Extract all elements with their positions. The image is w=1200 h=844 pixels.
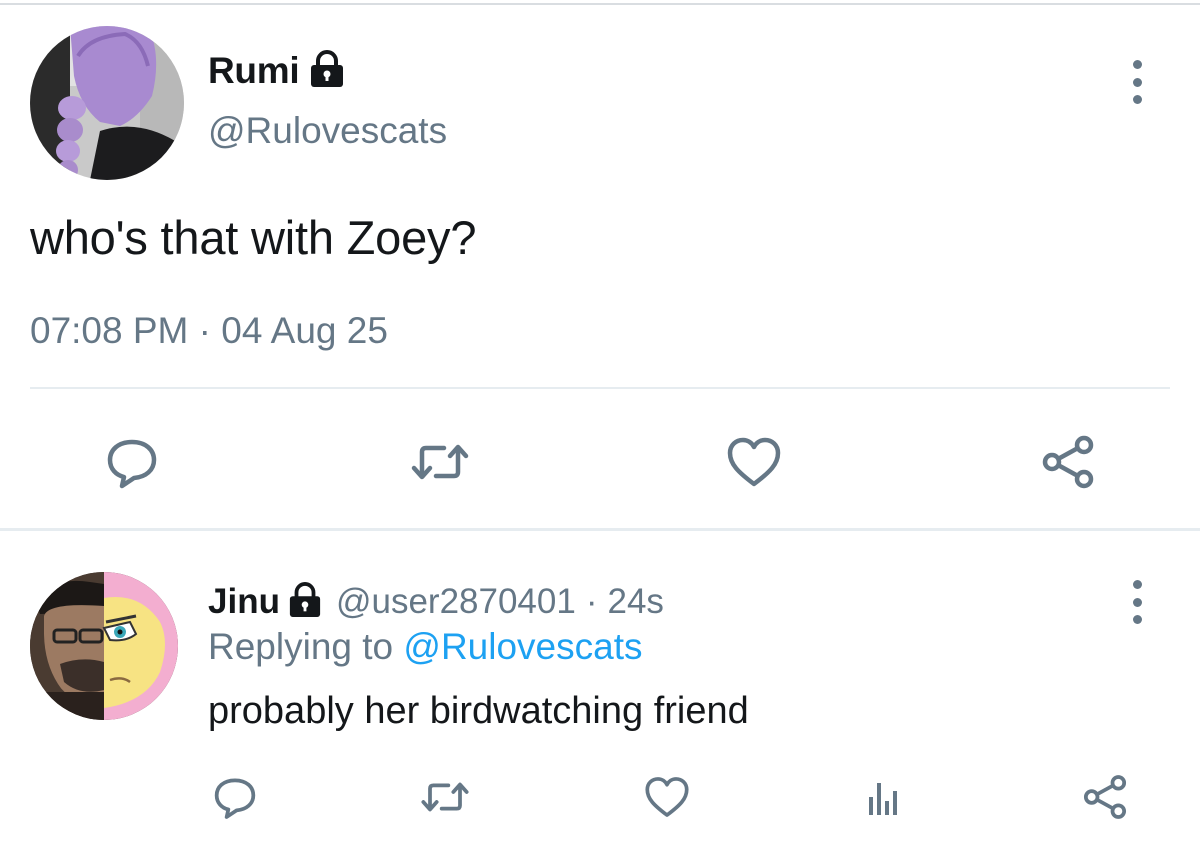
- share-button[interactable]: [1036, 430, 1100, 494]
- reply-header: Jinu @user2870401 · 24s: [208, 578, 664, 626]
- author-handle[interactable]: @Rulovescats: [208, 110, 447, 152]
- reply-tweet-text: probably her birdwatching friend: [208, 690, 749, 732]
- share-icon: [1083, 775, 1127, 819]
- lock-icon: [309, 49, 345, 93]
- tweet-timestamp: 07:08 PM · 04 Aug 25: [30, 310, 388, 351]
- stats-divider: [30, 387, 1170, 389]
- tweet-thread-page: Rumi @Rulovescats who's that with Zoey? …: [0, 0, 1200, 844]
- like-icon: [727, 437, 781, 487]
- top-divider: [0, 3, 1200, 5]
- reply-icon: [107, 439, 157, 489]
- reply-more-options-icon[interactable]: [1128, 580, 1146, 624]
- tweet-text: who's that with Zoey?: [30, 211, 477, 264]
- author-name[interactable]: Rumi: [208, 50, 300, 92]
- main-tweet: Rumi @Rulovescats who's that with Zoey? …: [0, 6, 1200, 528]
- retweet-icon: [421, 782, 469, 812]
- reply-button[interactable]: [100, 430, 164, 494]
- reply-author-handle[interactable]: @user2870401: [336, 582, 576, 622]
- share-icon: [1042, 435, 1094, 489]
- reply-analytics-button[interactable]: [858, 770, 912, 824]
- reply-reply-button[interactable]: [208, 770, 262, 824]
- replying-to-prefix: Replying to: [208, 626, 394, 667]
- reply-icon: [214, 778, 256, 819]
- lock-icon: [288, 581, 322, 623]
- reply-share-button[interactable]: [1078, 770, 1132, 824]
- author-avatar[interactable]: [30, 26, 184, 180]
- more-options-icon[interactable]: [1128, 60, 1146, 104]
- author-name-row: Rumi: [208, 48, 345, 94]
- like-button[interactable]: [722, 430, 786, 494]
- reply-author-name[interactable]: Jinu: [208, 582, 280, 622]
- replying-to-line: Replying to @Rulovescats: [208, 626, 642, 668]
- reply-time-ago: 24s: [607, 582, 664, 621]
- section-divider: [0, 528, 1200, 531]
- dot-separator: ·: [585, 582, 598, 621]
- reply-retweet-button[interactable]: [418, 770, 472, 824]
- reply-author-avatar[interactable]: [30, 572, 178, 720]
- retweet-button[interactable]: [408, 430, 472, 494]
- like-icon: [645, 777, 689, 817]
- retweet-icon: [411, 444, 469, 480]
- replying-to-handle-link[interactable]: @Rulovescats: [403, 626, 642, 667]
- reply-like-button[interactable]: [640, 770, 694, 824]
- analytics-icon: [869, 783, 897, 815]
